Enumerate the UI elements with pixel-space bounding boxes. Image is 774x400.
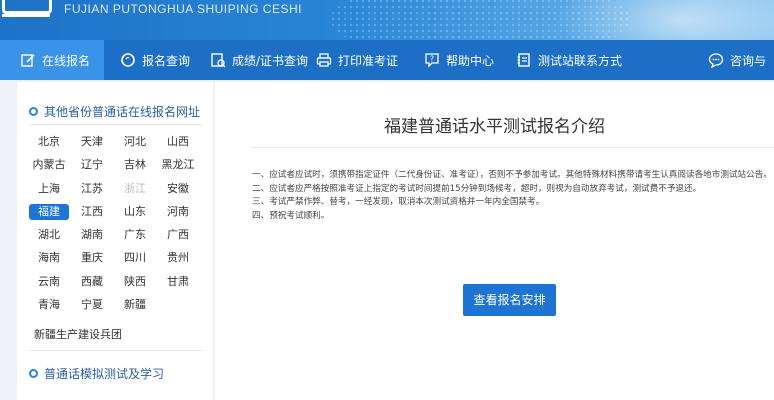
nav-item-print-admission-ticket[interactable]: 打印准考证 (308, 40, 412, 80)
certificate-search-icon (211, 53, 226, 68)
circle-bullet-icon (29, 107, 38, 116)
circle-bullet-icon (29, 369, 38, 378)
main-content: 福建普通话水平测试报名介绍 一、应试者应试时，须携带指定证件（二代身份证、准考证… (215, 82, 774, 400)
sidebar-section-title-other-provinces: 其他省份普通话在线报名网址 (29, 103, 200, 120)
province-link[interactable]: 河南 (158, 204, 198, 220)
province-link[interactable]: 河北 (115, 134, 155, 150)
page-title: 福建普通话水平测试报名介绍 (384, 117, 605, 137)
nav-item-registration-query[interactable]: 报名查询 (104, 40, 200, 80)
nav-item-label: 报名查询 (142, 53, 191, 68)
province-link[interactable]: 云南 (29, 274, 69, 290)
province-link[interactable]: 宁夏 (72, 297, 112, 313)
province-link[interactable]: 四川 (115, 250, 155, 266)
nav-item-label: 测试站联系方式 (538, 53, 623, 68)
province-link[interactable]: 新疆 (115, 297, 155, 313)
province-link[interactable]: 湖北 (29, 227, 69, 243)
nav-item-online-registration[interactable]: 在线报名 (0, 40, 104, 80)
province-link[interactable]: 辽宁 (72, 157, 112, 173)
province-link[interactable]: 广西 (158, 227, 198, 243)
notice-list: 一、应试者应试时，须携带指定证件（二代身份证、准考证），否则不予参加考试。其他特… (252, 169, 772, 223)
notice-item: 三、考试严禁作弊、替考，一经发现，取消本次测试资格并一年内全国禁考。 (252, 197, 545, 207)
main-nav: 在线报名 报名查询 成绩/证书查询 打印准考证 ? 帮助中心 测试站联系方式 咨… (0, 40, 774, 80)
nav-item-label: 在线报名 (42, 53, 91, 68)
site-logo[interactable] (2, 0, 52, 14)
province-link[interactable]: 山西 (158, 134, 198, 150)
province-link[interactable]: 甘肃 (158, 274, 198, 290)
province-link[interactable]: 北京 (29, 134, 69, 150)
province-link[interactable]: 贵州 (158, 250, 198, 266)
province-link[interactable]: 海南 (29, 250, 69, 266)
province-link[interactable]: 吉林 (115, 157, 155, 173)
province-link[interactable]: 山东 (115, 204, 155, 220)
nav-item-label: 打印准考证 (338, 53, 399, 68)
province-link[interactable]: 浙江 (115, 181, 155, 197)
province-link[interactable]: 重庆 (72, 250, 112, 266)
province-link[interactable]: 广东 (115, 227, 155, 243)
province-link[interactable]: 安徽 (158, 181, 198, 197)
search-icon (121, 53, 135, 67)
chat-icon (708, 53, 724, 68)
nav-item-help-center[interactable]: ? 帮助中心 (412, 40, 496, 80)
province-link[interactable]: 江苏 (72, 181, 112, 197)
svg-text:?: ? (430, 55, 434, 64)
notice-item: 一、应试者应试时，须携带指定证件（二代身份证、准考证），否则不予参加考试。其他特… (252, 170, 772, 180)
title-divider (251, 147, 774, 148)
province-link[interactable]: 青海 (29, 297, 69, 313)
notice-item: 二、应试者应严格按照准考证上指定的考试时间提前15分钟到场候考，超时，则视为自动… (252, 183, 702, 194)
province-link[interactable]: 陕西 (115, 274, 155, 290)
nav-item-label: 咨询与 (730, 53, 767, 68)
province-link[interactable]: 西藏 (72, 274, 112, 290)
header-banner: FUJIAN PUTONGHUA SHUIPING CESHI (0, 0, 774, 40)
divider (29, 350, 203, 351)
notice-item: 四、预祝考试顺利。 (252, 210, 330, 221)
edit-icon (21, 54, 35, 67)
province-link[interactable]: 上海 (29, 181, 69, 197)
province-link[interactable]: 湖南 (72, 227, 112, 243)
help-icon: ? (425, 53, 439, 68)
sidebar: 其他省份普通话在线报名网址 北京 天津 河北 山西内蒙古 辽宁 吉林 黑龙江上海 江苏 浙江 安徽… (17, 82, 213, 400)
printer-icon (316, 53, 332, 67)
province-link[interactable]: 江西 (72, 204, 112, 220)
province-link[interactable]: 天津 (72, 134, 112, 150)
contact-book-icon (517, 53, 530, 67)
province-link[interactable]: 内蒙古 (29, 157, 69, 173)
province-link-xinjiang-corps[interactable]: 新疆生产建设兵团 (34, 326, 122, 342)
sidebar-section-title-mock-test: 普通话模拟测试及学习 (29, 365, 164, 382)
divider (29, 124, 203, 125)
nav-item-consultation[interactable]: 咨询与 (708, 40, 774, 80)
province-link[interactable]: 福建 (29, 203, 69, 220)
nav-item-score-certificate-query[interactable]: 成绩/证书查询 (200, 40, 308, 80)
site-subtitle: FUJIAN PUTONGHUA SHUIPING CESHI (64, 2, 302, 16)
nav-item-label: 成绩/证书查询 (232, 53, 309, 68)
banner-glow-decoration (554, 0, 774, 40)
province-link[interactable]: 黑龙江 (158, 157, 198, 173)
nav-item-test-station-contacts[interactable]: 测试站联系方式 (496, 40, 708, 80)
province-link-grid: 北京 天津 河北 山西内蒙古 辽宁 吉林 黑龙江上海 江苏 浙江 安徽福建 江西 山东 河南湖北 湖南 广东… (29, 134, 209, 313)
view-registration-schedule-button[interactable]: 查看报名安排 (463, 284, 556, 316)
logo-underline (2, 14, 50, 17)
nav-item-label: 帮助中心 (446, 53, 495, 68)
